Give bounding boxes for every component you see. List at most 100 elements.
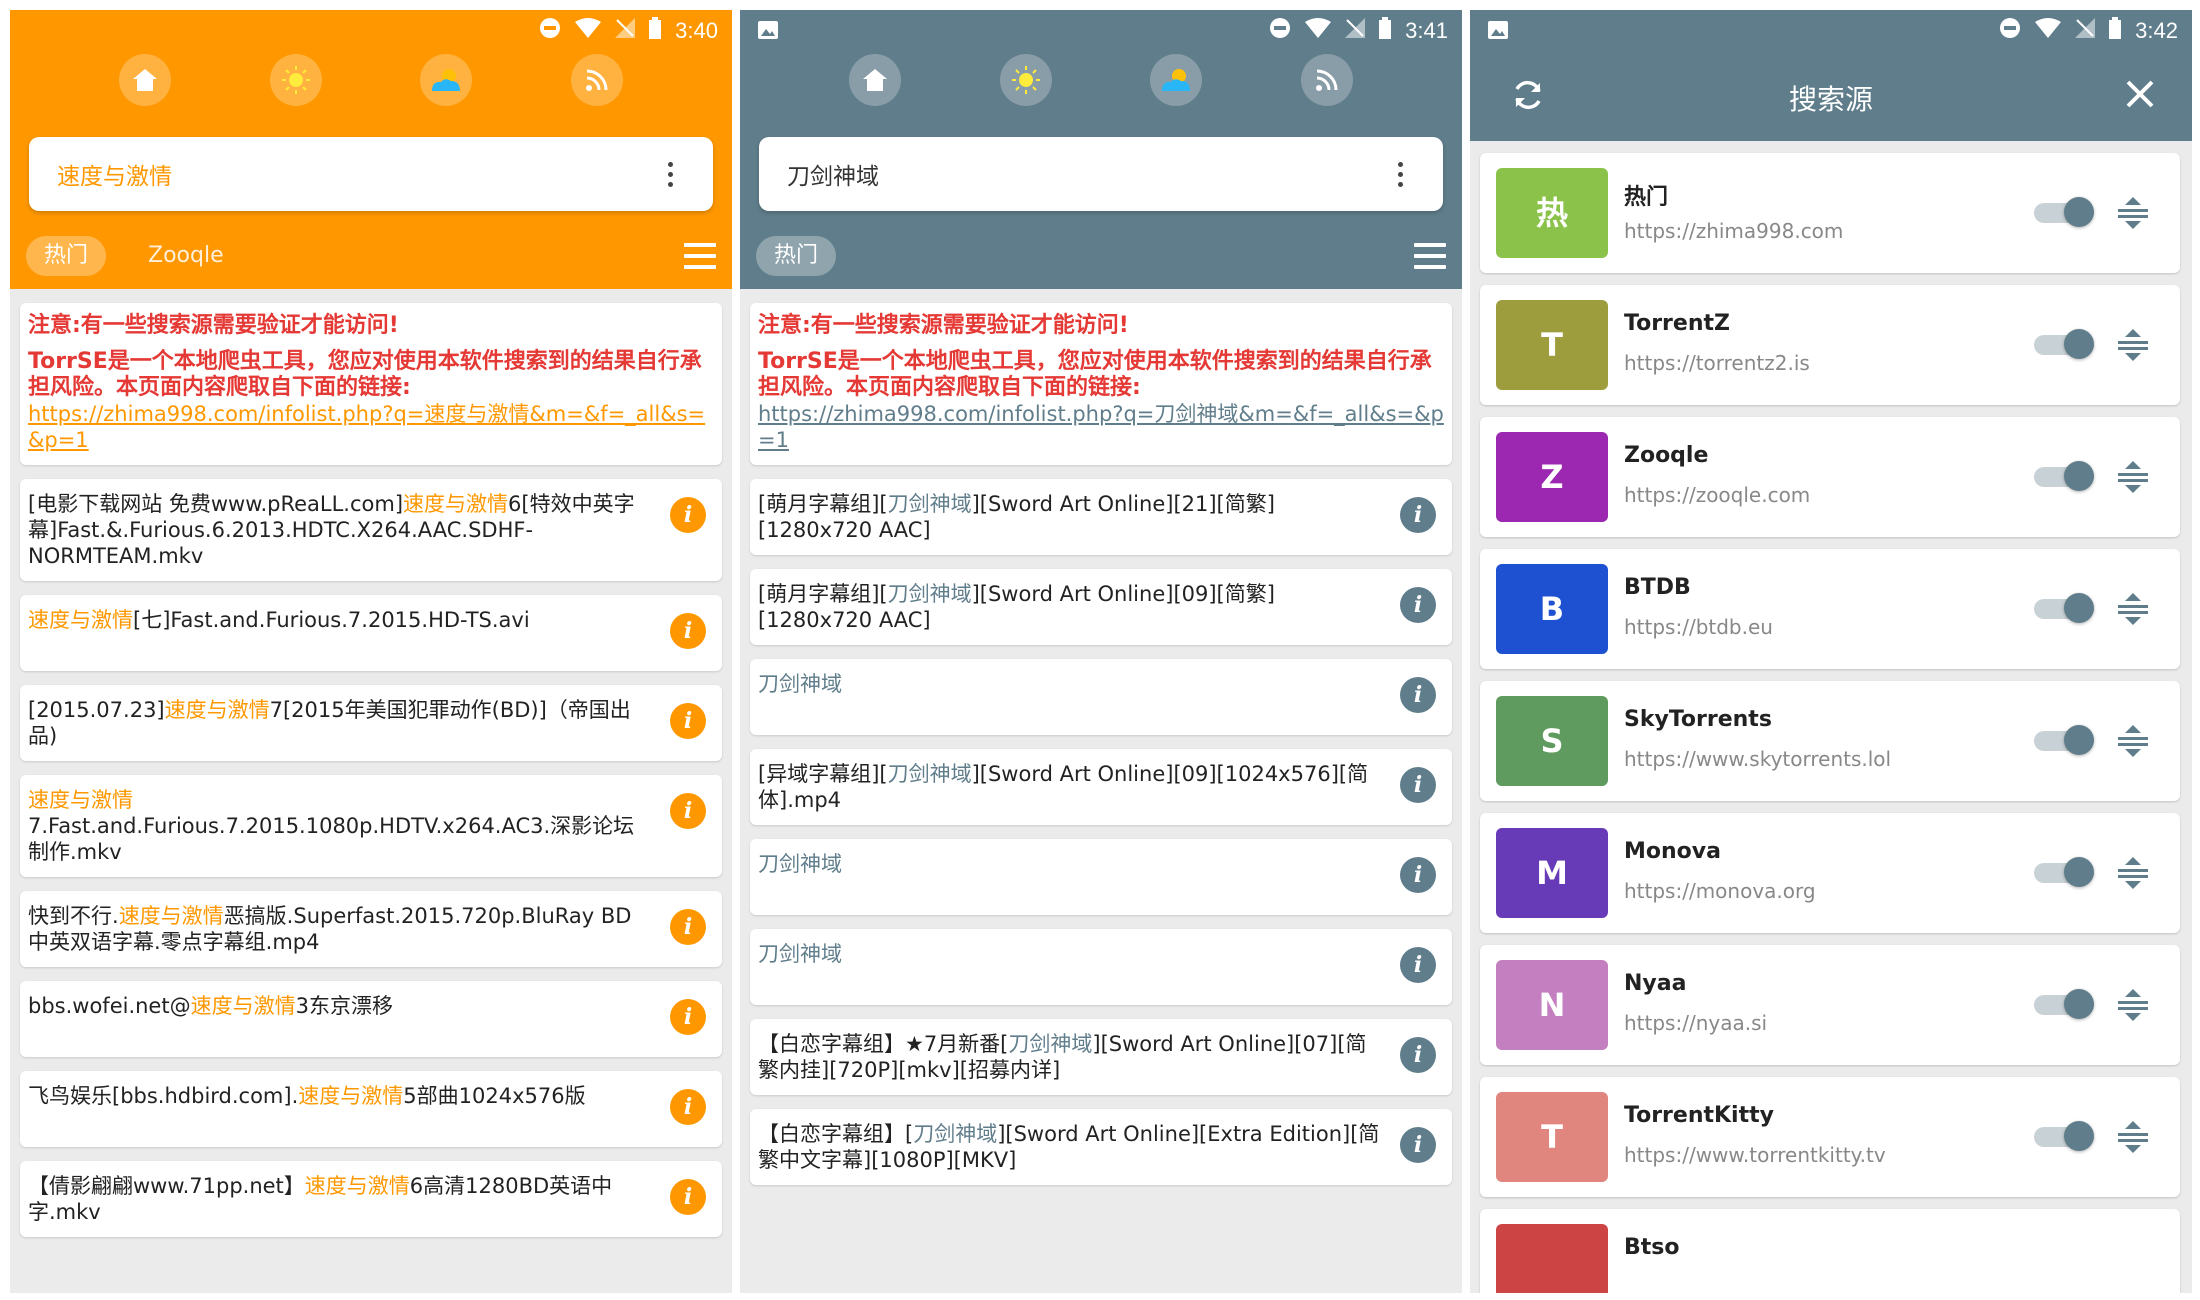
drag-handle-icon[interactable]	[2116, 1119, 2150, 1155]
source-avatar: B	[1496, 564, 1608, 654]
info-icon[interactable]: i	[1400, 947, 1436, 983]
result-item[interactable]: 【白恋字幕组】[刀剑神域][Sword Art Online][Extra Ed…	[750, 1109, 1452, 1185]
search-query[interactable]: 速度与激情	[57, 157, 655, 191]
info-icon[interactable]: i	[670, 793, 706, 829]
tab-hot[interactable]: 热门	[26, 236, 107, 276]
info-icon[interactable]: i	[670, 1179, 706, 1215]
result-item[interactable]: 【白恋字幕组】★7月新番[刀剑神域][Sword Art Online][07]…	[750, 1019, 1452, 1095]
query-highlight: 刀剑神域	[887, 582, 972, 606]
source-item[interactable]: B BTDB https://btdb.eu	[1480, 549, 2180, 669]
home-icon[interactable]	[849, 54, 902, 106]
rss-icon[interactable]	[570, 54, 623, 106]
source-item[interactable]: 热热门 https://zhima998.com	[1480, 153, 2180, 273]
search-box[interactable]: 刀剑神域	[759, 137, 1443, 211]
source-item[interactable]: S SkyTorrents https://www.skytorrents.lol	[1480, 681, 2180, 801]
signal-icon	[1345, 18, 1366, 44]
result-item[interactable]: 【倩影翩翩www.71pp.net】速度与激情6高清1280BD英语中字.mkv…	[20, 1161, 722, 1237]
source-name: BTDB	[1624, 575, 1691, 600]
source-item[interactable]: N Nyaa https://nyaa.si	[1480, 945, 2180, 1065]
result-item[interactable]: [萌月字幕组][刀剑神域][Sword Art Online][21][简繁][…	[750, 479, 1452, 555]
source-item[interactable]: Z Zooqle https://zooqle.com	[1480, 417, 2180, 537]
tab-zooqle[interactable]: Zooqle	[130, 236, 242, 276]
info-icon[interactable]: i	[1400, 587, 1436, 623]
info-icon[interactable]: i	[670, 497, 706, 533]
page-title: 搜索源	[1788, 83, 1873, 116]
info-icon[interactable]: i	[670, 613, 706, 649]
source-toggle[interactable]	[2034, 987, 2094, 1021]
source-item[interactable]: T TorrentZ https://torrentz2.is	[1480, 285, 2180, 405]
source-toggle[interactable]	[2034, 855, 2094, 889]
info-icon[interactable]: i	[1400, 1037, 1436, 1073]
source-toggle[interactable]	[2034, 459, 2094, 493]
result-title: 快到不行.速度与激情恶搞版.Superfast.2015.720p.BluRay…	[28, 903, 652, 955]
source-link[interactable]: https://zhima998.com/infolist.php?q=速度与激…	[28, 401, 714, 453]
sun-icon[interactable]	[269, 54, 322, 106]
close-icon[interactable]	[2122, 76, 2158, 112]
info-icon[interactable]: i	[1400, 767, 1436, 803]
result-item[interactable]: [电影下载网站 免费www.pReaLL.com]速度与激情6[特效中英字幕]F…	[20, 479, 722, 581]
search-query[interactable]: 刀剑神域	[787, 157, 1385, 191]
result-item[interactable]: 飞鸟娱乐[bbs.hdbird.com].速度与激情5部曲1024x576版 i	[20, 1071, 722, 1147]
sun-icon[interactable]	[999, 54, 1052, 106]
drag-handle-icon[interactable]	[2116, 987, 2150, 1023]
source-name: Monova	[1624, 839, 1721, 864]
result-item[interactable]: 刀剑神域 i	[750, 839, 1452, 915]
source-toggle[interactable]	[2034, 1119, 2094, 1153]
drag-handle-icon[interactable]	[2116, 195, 2150, 231]
info-icon[interactable]: i	[1400, 857, 1436, 893]
info-icon[interactable]: i	[670, 909, 706, 945]
query-highlight: 速度与激情	[304, 1174, 410, 1198]
info-icon[interactable]: i	[1400, 497, 1436, 533]
rss-icon[interactable]	[1300, 54, 1353, 106]
source-name: Nyaa	[1624, 971, 1687, 996]
menu-icon[interactable]	[1414, 243, 1446, 269]
notice-card: 注意:有一些搜索源需要验证才能访问! TorrSE是一个本地爬虫工具，您应对使用…	[20, 303, 722, 465]
source-item[interactable]: M Monova https://monova.org	[1480, 813, 2180, 933]
source-item[interactable]: Btso	[1480, 1209, 2180, 1293]
weather-icon[interactable]	[420, 54, 473, 106]
source-toggle[interactable]	[2034, 723, 2094, 757]
signal-icon	[2075, 18, 2096, 44]
drag-handle-icon[interactable]	[2116, 723, 2150, 759]
tab-hot[interactable]: 热门	[756, 236, 837, 276]
source-toggle[interactable]	[2034, 591, 2094, 625]
signal-icon	[615, 18, 636, 44]
result-item[interactable]: 速度与激情[七]Fast.and.Furious.7.2015.HD-TS.av…	[20, 595, 722, 671]
image-notification-icon	[758, 20, 778, 45]
more-vert-icon[interactable]	[1385, 154, 1415, 194]
menu-icon[interactable]	[684, 243, 716, 269]
result-item[interactable]: bbs.wofei.net@速度与激情3东京漂移 i	[20, 981, 722, 1057]
home-icon[interactable]	[119, 54, 172, 106]
source-link[interactable]: https://zhima998.com/infolist.php?q=刀剑神域…	[758, 401, 1444, 453]
source-toggle[interactable]	[2034, 195, 2094, 229]
result-title: [异域字幕组][刀剑神域][Sword Art Online][09][1024…	[758, 761, 1382, 813]
source-toggle[interactable]	[2034, 327, 2094, 361]
search-box[interactable]: 速度与激情	[29, 137, 713, 211]
result-item[interactable]: 刀剑神域 i	[750, 929, 1452, 1005]
source-url: https://zhima998.com	[1624, 219, 1844, 243]
info-icon[interactable]: i	[670, 703, 706, 739]
info-icon[interactable]: i	[1400, 1127, 1436, 1163]
result-title: 刀剑神域	[758, 851, 1382, 877]
source-avatar	[1496, 1224, 1608, 1293]
result-item[interactable]: [2015.07.23]速度与激情7[2015年美国犯罪动作(BD)]（帝国出品…	[20, 685, 722, 761]
result-item[interactable]: 刀剑神域 i	[750, 659, 1452, 735]
drag-handle-icon[interactable]	[2116, 591, 2150, 627]
dnd-icon	[1999, 17, 2021, 45]
result-item[interactable]: 快到不行.速度与激情恶搞版.Superfast.2015.720p.BluRay…	[20, 891, 722, 967]
result-item[interactable]: 速度与激情7.Fast.and.Furious.7.2015.1080p.HDT…	[20, 775, 722, 877]
drag-handle-icon[interactable]	[2116, 327, 2150, 363]
source-item[interactable]: T TorrentKitty https://www.torrentkitty.tv	[1480, 1077, 2180, 1197]
weather-icon[interactable]	[1150, 54, 1203, 106]
result-item[interactable]: [萌月字幕组][刀剑神域][Sword Art Online][09][简繁][…	[750, 569, 1452, 645]
info-icon[interactable]: i	[670, 999, 706, 1035]
info-icon[interactable]: i	[1400, 677, 1436, 713]
source-url: https://www.torrentkitty.tv	[1624, 1143, 1886, 1167]
title-prefix: 【白恋字幕组】★7月新番[	[758, 1032, 1009, 1056]
info-icon[interactable]: i	[670, 1089, 706, 1125]
drag-handle-icon[interactable]	[2116, 459, 2150, 495]
result-item[interactable]: [异域字幕组][刀剑神域][Sword Art Online][09][1024…	[750, 749, 1452, 825]
more-vert-icon[interactable]	[655, 154, 685, 194]
drag-handle-icon[interactable]	[2116, 855, 2150, 891]
source-url: https://btdb.eu	[1624, 615, 1773, 639]
